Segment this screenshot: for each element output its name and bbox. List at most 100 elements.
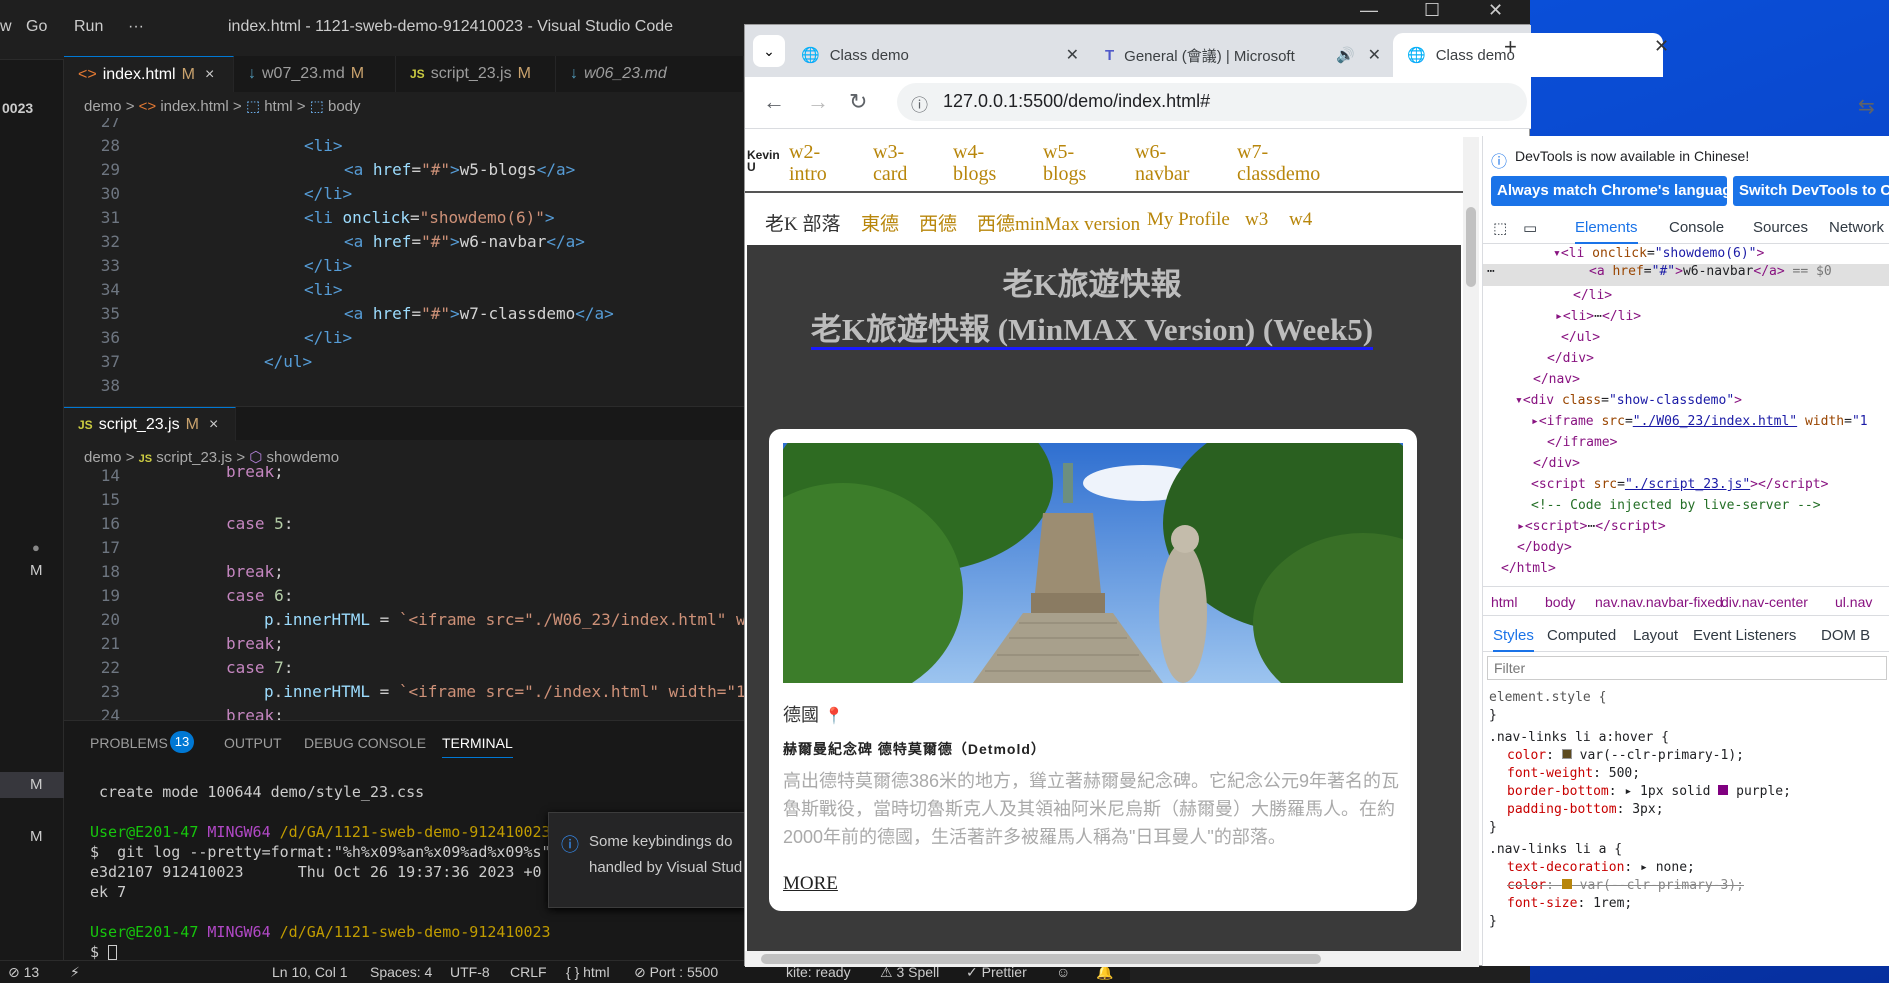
menu-go[interactable]: Go xyxy=(26,18,47,36)
status-language[interactable]: { } html xyxy=(566,964,610,980)
tab-search-icon[interactable]: ⌄ xyxy=(753,35,785,67)
breadcrumb-file[interactable]: index.html xyxy=(160,98,228,115)
tab-event-listeners[interactable]: Event Listeners xyxy=(1693,627,1796,644)
tab-console[interactable]: Console xyxy=(1669,219,1724,236)
globe-icon: 🌐 xyxy=(1407,47,1426,64)
switch-language-button[interactable]: Switch DevTools to Ch xyxy=(1733,176,1889,206)
nav-link-w7[interactable]: w7- classdemo xyxy=(1237,141,1320,185)
close-icon[interactable]: × xyxy=(209,416,218,434)
keybindings-notification[interactable]: ⓘ Some keybindings do handled by Visual … xyxy=(548,812,748,908)
tab-computed[interactable]: Computed xyxy=(1547,627,1616,644)
status-eol[interactable]: CRLF xyxy=(510,964,547,980)
menu-view[interactable]: w xyxy=(0,18,12,36)
sync-icon[interactable]: ⚡ xyxy=(70,964,80,981)
reload-icon[interactable]: ↻ xyxy=(849,89,867,115)
iframe-nav-w4[interactable]: w4 xyxy=(1289,209,1312,231)
breadcrumb-function[interactable]: showdemo xyxy=(267,449,340,466)
close-icon[interactable]: × xyxy=(205,66,214,84)
minimize-icon[interactable]: — xyxy=(1360,0,1378,21)
iframe-nav-west[interactable]: 西德 xyxy=(919,209,957,236)
device-toolbar-icon[interactable]: ▭ xyxy=(1523,219,1537,237)
status-port[interactable]: ⊘ Port : 5500 xyxy=(634,964,718,981)
forward-icon[interactable]: → xyxy=(807,89,829,115)
breadcrumb-demo[interactable]: demo xyxy=(84,449,122,466)
nav-divider xyxy=(745,191,1463,193)
editor-index-html[interactable]: 27 28 29 30 31 32 33 34 35 36 37 38 <li>… xyxy=(64,118,744,406)
match-language-button[interactable]: Always match Chrome's language xyxy=(1491,176,1740,206)
scroll-thumb[interactable] xyxy=(761,954,1321,964)
back-icon[interactable]: ← xyxy=(763,89,785,115)
tab-layout[interactable]: Layout xyxy=(1633,627,1678,644)
iframe-brand[interactable]: 老K 部落 xyxy=(765,209,840,236)
crumb-div[interactable]: div.nav-center xyxy=(1721,594,1808,610)
site-info-icon[interactable]: ⓘ xyxy=(911,91,928,116)
close-icon[interactable]: ✕ xyxy=(1066,45,1079,65)
nav-brand[interactable]: Kevin U xyxy=(747,149,780,173)
nav-link-w3[interactable]: w3- card xyxy=(873,141,907,185)
speaker-icon[interactable]: 🔊 xyxy=(1336,46,1355,64)
crumb-body[interactable]: body xyxy=(1545,594,1575,610)
vertical-scrollbar[interactable] xyxy=(1463,137,1479,967)
status-errors[interactable]: ⊘ 13 xyxy=(8,964,39,981)
line-number: 22 xyxy=(100,658,120,677)
tab-problems[interactable]: PROBLEMS xyxy=(90,735,168,751)
tab-elements[interactable]: Elements xyxy=(1575,219,1638,244)
breadcrumb-html[interactable]: html xyxy=(264,98,292,115)
close-icon[interactable]: ✕ xyxy=(1654,36,1669,57)
window-controls: — ☐ ✕ xyxy=(1340,0,1530,24)
tab-terminal[interactable]: TERMINAL xyxy=(442,735,513,758)
tab-styles[interactable]: Styles xyxy=(1493,627,1534,652)
iframe-nav-east[interactable]: 東德 xyxy=(861,209,899,236)
scroll-thumb[interactable] xyxy=(1466,207,1476,287)
tab-debug-console[interactable]: DEBUG CONSOLE xyxy=(304,735,426,751)
menu-more[interactable]: ··· xyxy=(128,18,144,36)
globe-icon: 🌐 xyxy=(801,47,820,64)
iframe-nav-profile[interactable]: My Profile xyxy=(1147,209,1230,231)
tab-w07-md[interactable]: ↓ w07_23.md M xyxy=(234,56,396,92)
breadcrumb-file[interactable]: script_23.js xyxy=(156,449,232,466)
tab-sources[interactable]: Sources xyxy=(1753,219,1808,236)
editor-script-js[interactable]: 14 15 16 17 18 19 20 21 22 23 24 break; … xyxy=(64,466,744,720)
page-subheading-link[interactable]: 老K旅遊快報 (MinMAX Version) (Week5) xyxy=(777,309,1407,351)
selected-file-row[interactable]: M xyxy=(0,772,64,798)
nav-link-w4[interactable]: w4- blogs xyxy=(953,141,996,185)
address-bar[interactable]: ⓘ 127.0.0.1:5500/demo/index.html# xyxy=(897,83,1527,121)
breadcrumb-body[interactable]: body xyxy=(328,98,361,115)
breadcrumb-demo[interactable]: demo xyxy=(84,98,122,115)
nav-link-w5[interactable]: w5- blogs xyxy=(1043,141,1086,185)
horizontal-scrollbar[interactable] xyxy=(745,951,1463,967)
status-spaces[interactable]: Spaces: 4 xyxy=(370,964,432,980)
crumb-html[interactable]: html xyxy=(1491,594,1517,610)
translate-icon[interactable]: ⇆ xyxy=(1858,94,1875,119)
modified-badge: M xyxy=(185,415,199,433)
menu-run[interactable]: Run xyxy=(74,18,103,36)
tab-dom-breakpoints[interactable]: DOM B xyxy=(1821,627,1870,644)
status-encoding[interactable]: UTF-8 xyxy=(450,964,490,980)
chrome-tab-1[interactable]: 🌐 Class demo ✕ xyxy=(787,33,1091,77)
iframe-nav-w3[interactable]: w3 xyxy=(1245,209,1268,231)
crumb-nav[interactable]: nav.nav.navbar-fixed xyxy=(1595,594,1723,610)
chrome-tab-2[interactable]: T General (會議) | Microsoft 🔊 ✕ xyxy=(1091,33,1393,77)
maximize-icon[interactable]: ☐ xyxy=(1424,0,1440,21)
tab-w06-md[interactable]: ↓ w06_23.md xyxy=(556,56,744,92)
nav-link-w2[interactable]: w2- intro xyxy=(789,141,827,185)
line-number: 19 xyxy=(100,586,120,605)
close-icon[interactable]: ✕ xyxy=(1368,45,1381,65)
tab-network[interactable]: Network xyxy=(1829,219,1884,236)
chrome-tab-3-active[interactable]: 🌐 Class demo xyxy=(1393,33,1663,77)
nav-link-w6[interactable]: w6- navbar xyxy=(1135,141,1189,185)
crumb-ul[interactable]: ul.nav xyxy=(1835,594,1872,610)
inspect-icon[interactable]: ⬚ xyxy=(1493,219,1507,237)
tab-script-js-2[interactable]: JS script_23.js M × xyxy=(64,407,236,441)
new-tab-icon[interactable]: + xyxy=(1504,34,1517,60)
tab-script-js[interactable]: JS script_23.js M xyxy=(396,56,556,92)
styles-filter-input[interactable]: Filter xyxy=(1487,656,1887,680)
terminal-prompt[interactable]: $ xyxy=(90,943,118,961)
more-link[interactable]: MORE xyxy=(783,873,838,895)
iframe-nav-minmax[interactable]: 西德minMax version xyxy=(977,209,1140,236)
markdown-file-icon: ↓ xyxy=(248,65,256,82)
status-position[interactable]: Ln 10, Col 1 xyxy=(272,964,348,980)
tab-index-html[interactable]: <> index.html M × xyxy=(64,56,234,92)
close-icon[interactable]: ✕ xyxy=(1488,0,1503,21)
tab-output[interactable]: OUTPUT xyxy=(224,735,282,751)
